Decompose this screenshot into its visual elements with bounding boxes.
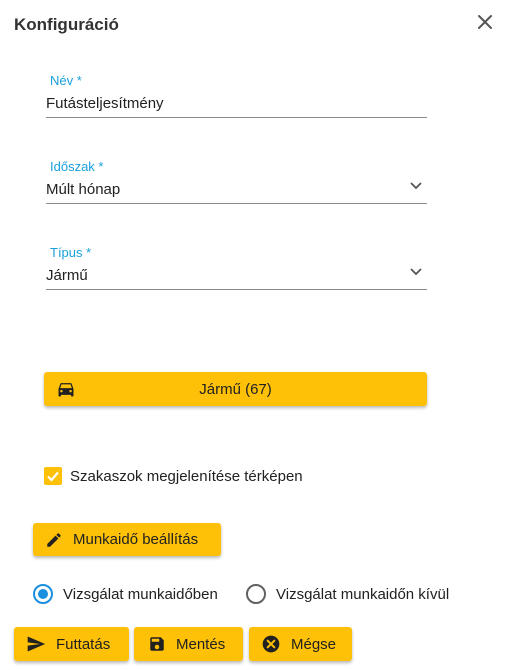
cancel-button[interactable]: Mégse — [249, 627, 352, 661]
vehicle-select-button[interactable]: Jármű (67) — [44, 372, 427, 406]
period-select-value[interactable]: Múlt hónap — [46, 181, 120, 198]
radio-in-work-hours[interactable]: Vizsgálat munkaidőben — [33, 584, 218, 604]
close-icon[interactable] — [474, 11, 496, 33]
cancel-button-label: Mégse — [291, 635, 337, 653]
floppy-disk-icon — [150, 637, 164, 651]
cancel-icon — [262, 635, 280, 653]
name-field-label: Név * — [50, 73, 82, 88]
vehicle-select-label: Jármű (67) — [199, 381, 272, 398]
type-select-value[interactable]: Jármű — [46, 267, 88, 284]
show-segments-checkbox[interactable] — [44, 467, 62, 485]
chevron-down-icon[interactable] — [409, 265, 423, 279]
send-icon — [27, 636, 46, 652]
save-button[interactable]: Mentés — [134, 627, 243, 661]
name-field[interactable]: Név * Futásteljesítmény — [46, 73, 427, 119]
show-segments-row[interactable]: Szakaszok megjelenítése térképen — [44, 467, 303, 485]
type-select[interactable]: Típus * Jármű — [46, 245, 427, 291]
name-field-underline — [46, 117, 427, 118]
work-hours-label: Munkaidő beállítás — [73, 531, 199, 548]
check-icon — [47, 471, 59, 482]
run-button-label: Futtatás — [56, 635, 111, 653]
type-select-label: Típus * — [50, 245, 92, 260]
chevron-down-icon[interactable] — [409, 179, 423, 193]
pencil-icon — [47, 532, 61, 547]
show-segments-label: Szakaszok megjelenítése térképen — [70, 467, 303, 485]
save-button-label: Mentés — [176, 635, 226, 653]
type-select-underline — [46, 289, 427, 290]
name-field-value[interactable]: Futásteljesítmény — [46, 95, 164, 112]
radio-button-selected[interactable] — [33, 584, 53, 604]
work-hours-button[interactable]: Munkaidő beállítás — [33, 523, 221, 556]
dialog-title: Konfiguráció — [14, 15, 119, 34]
period-select[interactable]: Időszak * Múlt hónap — [46, 159, 427, 205]
radio-outside-work-hours[interactable]: Vizsgálat munkaidőn kívül — [246, 584, 449, 604]
radio-button-unselected[interactable] — [246, 584, 266, 604]
radio-outside-work-hours-label: Vizsgálat munkaidőn kívül — [276, 585, 450, 603]
period-select-underline — [46, 203, 427, 204]
period-select-label: Időszak * — [50, 159, 104, 174]
run-button[interactable]: Futtatás — [14, 627, 129, 661]
radio-in-work-hours-label: Vizsgálat munkaidőben — [63, 585, 218, 603]
